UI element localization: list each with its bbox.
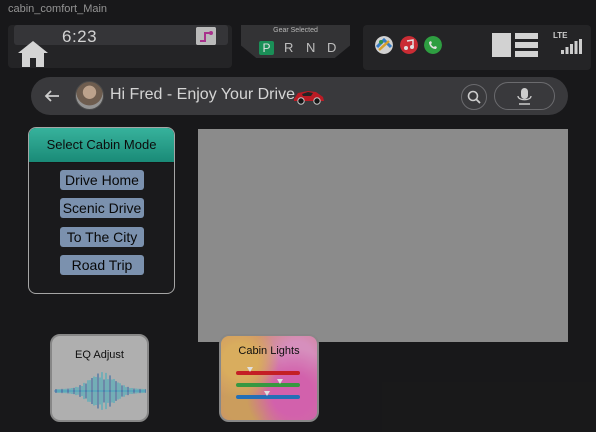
gear-d[interactable]: D bbox=[327, 40, 336, 55]
cabin-lights-label: Cabin Lights bbox=[238, 345, 300, 357]
cabin-mode-title: Select Cabin Mode bbox=[29, 128, 174, 163]
mini-map-icon[interactable] bbox=[196, 27, 216, 45]
layout-switch-icon[interactable] bbox=[492, 33, 538, 57]
sound-wave-icon bbox=[54, 372, 146, 410]
mode-road-trip-button[interactable]: Road Trip bbox=[60, 255, 144, 275]
gear-p[interactable]: P bbox=[259, 41, 274, 55]
gear-title: Gear Selected bbox=[273, 27, 318, 34]
signal-icon bbox=[561, 39, 582, 54]
light-slider-blue-knob[interactable] bbox=[263, 391, 270, 396]
greeting-text: Hi Fred - Enjoy Your Drive bbox=[110, 86, 295, 103]
mode-to-the-city-button[interactable]: To The City bbox=[60, 227, 144, 247]
light-slider-red-knob[interactable] bbox=[247, 367, 254, 372]
music-icon[interactable] bbox=[400, 36, 418, 54]
maps-icon[interactable] bbox=[375, 36, 393, 54]
mode-drive-home-button[interactable]: Drive Home bbox=[60, 170, 144, 190]
avatar[interactable] bbox=[75, 81, 104, 110]
voice-button[interactable] bbox=[494, 82, 555, 110]
eq-adjust-label: EQ Adjust bbox=[75, 349, 124, 361]
light-slider-green[interactable] bbox=[236, 383, 300, 387]
gear-n[interactable]: N bbox=[306, 40, 315, 55]
home-icon[interactable] bbox=[16, 38, 50, 68]
search-button[interactable] bbox=[461, 84, 487, 110]
car-icon bbox=[294, 91, 324, 105]
clock: 6:23 bbox=[62, 27, 98, 46]
microphone-icon bbox=[517, 88, 532, 105]
phone-icon[interactable] bbox=[424, 36, 442, 54]
search-icon bbox=[467, 90, 481, 104]
window-title: cabin_comfort_Main bbox=[8, 3, 108, 15]
media-display-area[interactable] bbox=[198, 129, 568, 342]
back-arrow-icon[interactable] bbox=[44, 88, 60, 104]
light-slider-red[interactable] bbox=[236, 371, 300, 375]
gear-r[interactable]: R bbox=[284, 40, 293, 55]
mode-scenic-drive-button[interactable]: Scenic Drive bbox=[60, 198, 144, 218]
light-slider-green-knob[interactable] bbox=[276, 379, 283, 384]
